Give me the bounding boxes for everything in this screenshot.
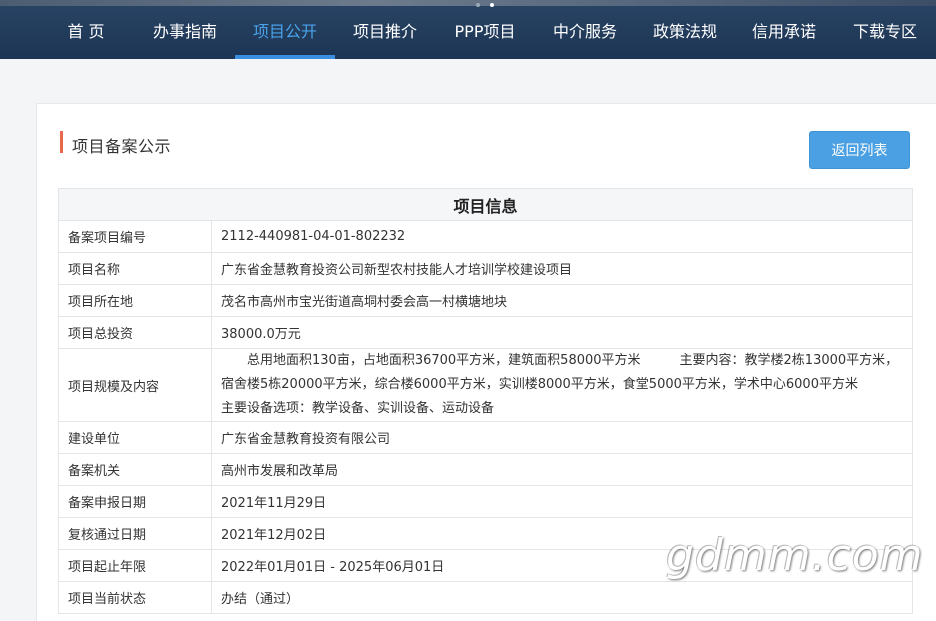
row-label-total-investment: 项目总投资 [58,316,212,349]
row-label-location: 项目所在地 [58,284,212,317]
row-value-filing-number: 2112-440981-04-01-802232 [211,220,913,253]
row-value-scale-content: 总用地面积130亩，占地面积36700平方米，建筑面积58000平方米 主要内容… [211,348,913,422]
table-row: 备案机关 高州市发展和改革局 [58,453,913,486]
table-row: 建设单位 广东省金慧教育投资有限公司 [58,421,913,454]
nav-item-downloads[interactable]: 下载专区 [840,6,930,59]
nav-item-project-promotion[interactable]: 项目推介 [340,6,430,59]
page-title: 项目备案公示 [72,137,172,156]
row-label-filing-number: 备案项目编号 [58,220,212,253]
back-to-list-button[interactable]: 返回列表 [809,131,910,169]
nav-item-agency-services[interactable]: 中介服务 [540,6,630,59]
row-value-current-status: 办结（通过） [211,581,913,614]
nav-item-home[interactable]: 首 页 [48,6,124,59]
row-value-construction-unit: 广东省金慧教育投资有限公司 [211,421,913,454]
row-value-total-investment: 38000.0万元 [211,316,913,349]
row-label-filing-authority: 备案机关 [58,453,212,486]
row-value-filing-authority: 高州市发展和改革局 [211,453,913,486]
table-row: 项目当前状态 办结（通过） [58,581,913,614]
table-row: 项目规模及内容 总用地面积130亩，占地面积36700平方米，建筑面积58000… [58,348,913,422]
table-row: 项目所在地 茂名市高州市宝光街道高垌村委会高一村横塘地块 [58,284,913,317]
row-label-filing-date: 备案申报日期 [58,485,212,518]
row-label-project-period: 项目起止年限 [58,549,212,582]
table-row: 项目名称 广东省金慧教育投资公司新型农村技能人才培训学校建设项目 [58,252,913,285]
row-label-construction-unit: 建设单位 [58,421,212,454]
active-tab-indicator [235,55,335,59]
table-header: 项目信息 [58,188,913,221]
row-value-project-name: 广东省金慧教育投资公司新型农村技能人才培训学校建设项目 [211,252,913,285]
nav-item-project-disclosure[interactable]: 项目公开 [235,6,335,59]
row-value-filing-date: 2021年11月29日 [211,485,913,518]
nav-item-ppp[interactable]: PPP项目 [440,6,530,59]
table-row: 备案申报日期 2021年11月29日 [58,485,913,518]
row-label-project-name: 项目名称 [58,252,212,285]
row-label-review-date: 复核通过日期 [58,517,212,550]
nav-item-credit-commitment[interactable]: 信用承诺 [739,6,829,59]
row-label-scale-content: 项目规模及内容 [58,348,212,422]
row-value-location: 茂名市高州市宝光街道高垌村委会高一村横塘地块 [211,284,913,317]
top-navigation: 首 页 办事指南 项目公开 项目推介 PPP项目 中介服务 政策法规 信用承诺 … [0,0,936,59]
site-watermark: gdmm.com [666,530,924,581]
nav-item-guide[interactable]: 办事指南 [140,6,230,59]
row-label-current-status: 项目当前状态 [58,581,212,614]
table-row: 备案项目编号 2112-440981-04-01-802232 [58,220,913,253]
title-accent-bar [60,131,63,153]
nav-item-policies[interactable]: 政策法规 [640,6,730,59]
table-row: 项目总投资 38000.0万元 [58,316,913,349]
